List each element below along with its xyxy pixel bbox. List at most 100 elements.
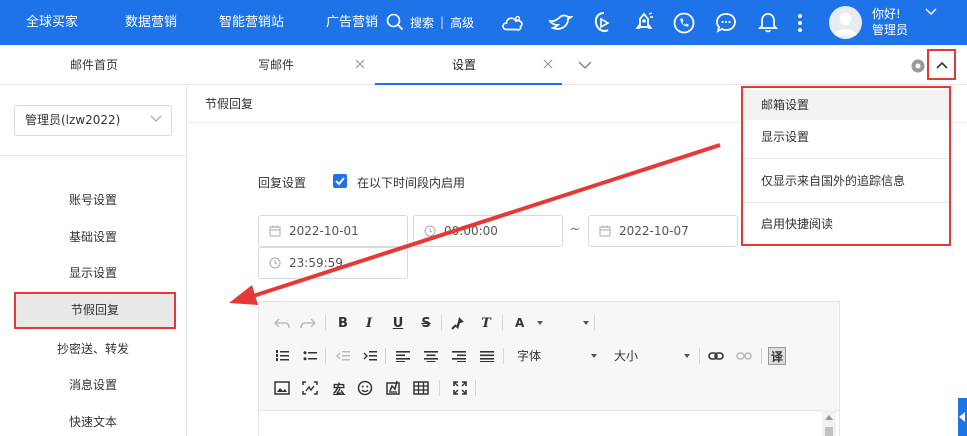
text-style-select[interactable] xyxy=(577,314,589,332)
strikethrough-icon[interactable]: S xyxy=(417,314,435,332)
reply-settings-label: 回复设置 xyxy=(258,176,307,190)
start-time-picker[interactable]: 00:00:00 xyxy=(413,215,563,247)
emoji-icon[interactable] xyxy=(356,379,374,397)
unlink-icon[interactable] xyxy=(735,347,753,365)
toolbar-separator xyxy=(439,380,440,396)
side-panel-handle[interactable] xyxy=(958,398,967,436)
start-date-value: 2022-10-01 xyxy=(289,224,359,238)
format-painter-icon[interactable] xyxy=(449,314,467,332)
enable-period-checkbox[interactable] xyxy=(333,174,347,188)
scroll-up-icon[interactable] xyxy=(825,414,833,420)
redo-icon[interactable] xyxy=(299,314,317,332)
font-color-select[interactable]: A xyxy=(515,314,543,332)
chevron-down-icon[interactable] xyxy=(925,8,937,16)
translate-icon[interactable]: 译 xyxy=(768,347,786,365)
advanced-search-link[interactable]: 高级 xyxy=(450,14,474,31)
global-search[interactable]: 搜索 | 高级 xyxy=(386,12,474,32)
nav-smart-marketing-site[interactable]: 智能营销站 xyxy=(219,0,284,45)
image-icon[interactable] xyxy=(273,379,291,397)
close-icon[interactable] xyxy=(542,58,554,70)
clear-format-icon[interactable]: T xyxy=(477,314,495,332)
fullscreen-icon[interactable] xyxy=(451,379,469,397)
toolbar-separator xyxy=(502,315,503,331)
user-greeting[interactable]: 你好! 管理员 xyxy=(872,6,908,38)
collapse-settings-button[interactable] xyxy=(927,49,956,80)
start-date-picker[interactable]: 2022-10-01 xyxy=(258,215,408,247)
nav-ad-marketing[interactable]: 广告营销 xyxy=(326,0,378,45)
table-icon[interactable] xyxy=(412,379,430,397)
bold-icon[interactable]: B xyxy=(334,314,352,332)
sidebar-item-basic-settings[interactable]: 基础设置 xyxy=(0,222,186,252)
toolbar-separator xyxy=(594,315,595,331)
end-date-picker[interactable]: 2022-10-07 xyxy=(588,215,738,247)
font-size-select[interactable]: 大小 xyxy=(614,347,690,365)
dropdown-item-foreign-tracking-only[interactable]: 仅显示来自国外的追踪信息 xyxy=(743,167,949,195)
gear-icon[interactable] xyxy=(910,58,926,74)
cloud-icon[interactable] xyxy=(500,10,526,36)
sidebar-item-cc-forward[interactable]: 抄密送、转发 xyxy=(0,334,186,364)
screenshot-icon[interactable] xyxy=(301,379,319,397)
toolbar-separator xyxy=(441,315,442,331)
font-family-label: 字体 xyxy=(517,349,542,363)
link-icon[interactable] xyxy=(707,347,725,365)
range-separator: ~ xyxy=(570,222,581,236)
macro-icon[interactable]: 宏 xyxy=(330,379,348,397)
indent-icon[interactable] xyxy=(361,347,379,365)
account-select[interactable]: 管理员(lzw2022) xyxy=(14,105,172,136)
signature-icon[interactable] xyxy=(384,379,402,397)
scrollbar-thumb[interactable] xyxy=(825,427,833,436)
bullet-list-icon[interactable] xyxy=(301,347,319,365)
sidebar-item-message-settings[interactable]: 消息设置 xyxy=(0,370,186,400)
chevron-down-icon[interactable] xyxy=(578,61,592,70)
rocket-icon[interactable] xyxy=(631,10,657,36)
align-left-icon[interactable] xyxy=(394,347,412,365)
chevron-up-icon xyxy=(935,61,948,69)
align-right-icon[interactable] xyxy=(450,347,468,365)
chat-icon[interactable] xyxy=(714,10,740,36)
align-justify-icon[interactable] xyxy=(478,347,496,365)
outdent-icon[interactable] xyxy=(334,347,352,365)
tab-compose[interactable]: 写邮件 xyxy=(258,45,294,85)
toolbar-separator xyxy=(385,348,386,364)
close-icon[interactable] xyxy=(354,58,366,70)
dropdown-item-quick-reading[interactable]: 启用快捷阅读 xyxy=(743,210,949,238)
search-label[interactable]: 搜索 xyxy=(410,14,434,31)
font-family-select[interactable]: 字体 xyxy=(517,347,597,365)
undo-icon[interactable] xyxy=(273,314,291,332)
sidebar-item-holiday-reply[interactable]: 节假回复 xyxy=(14,292,176,329)
check-icon xyxy=(335,177,345,186)
settings-sidebar: 管理员(lzw2022) 账号设置 基础设置 显示设置 节假回复 抄密送、转发 … xyxy=(0,86,187,436)
font-size-label: 大小 xyxy=(614,349,639,363)
bell-icon[interactable] xyxy=(755,10,781,36)
sidebar-item-quick-text[interactable]: 快速文本 xyxy=(0,407,186,436)
editor-scrollbar[interactable] xyxy=(822,410,836,436)
editor-content-area[interactable] xyxy=(259,410,839,436)
tab-mail-home[interactable]: 邮件首页 xyxy=(70,45,118,85)
clock-icon xyxy=(424,225,436,237)
sidebar-item-account-settings[interactable]: 账号设置 xyxy=(0,185,186,215)
nav-data-marketing[interactable]: 数据营销 xyxy=(125,0,177,45)
phone-icon[interactable] xyxy=(671,10,697,36)
nav-global-buyers[interactable]: 全球买家 xyxy=(26,0,78,45)
italic-icon[interactable]: I xyxy=(360,314,378,332)
font-color-label: A xyxy=(515,316,525,330)
dropdown-item-display-settings[interactable]: 显示设置 xyxy=(743,123,949,151)
ordered-list-icon[interactable] xyxy=(273,347,291,365)
avatar[interactable] xyxy=(829,6,862,39)
dropdown-item-mailbox-settings[interactable]: 邮箱设置 xyxy=(743,90,949,120)
tab-strip: 邮件首页 写邮件 设置 xyxy=(0,45,967,85)
tab-settings[interactable]: 设置 xyxy=(452,45,476,85)
toolbar-separator xyxy=(325,315,326,331)
end-time-picker[interactable]: 23:59:59 xyxy=(258,247,408,279)
bird-icon[interactable] xyxy=(547,10,573,36)
top-nav-bar: 全球买家 数据营销 智能营销站 广告营销 搜索 | 高级 你好! 管理员 xyxy=(0,0,967,45)
more-icon[interactable] xyxy=(787,10,813,36)
dropdown-divider xyxy=(743,202,949,203)
enable-period-label[interactable]: 在以下时间段内启用 xyxy=(357,174,465,191)
play-icon[interactable] xyxy=(591,10,617,36)
underline-icon[interactable]: U xyxy=(389,314,407,332)
toolbar-separator xyxy=(503,348,504,364)
sidebar-item-display-settings[interactable]: 显示设置 xyxy=(0,258,186,288)
toolbar-separator xyxy=(699,348,700,364)
align-center-icon[interactable] xyxy=(422,347,440,365)
